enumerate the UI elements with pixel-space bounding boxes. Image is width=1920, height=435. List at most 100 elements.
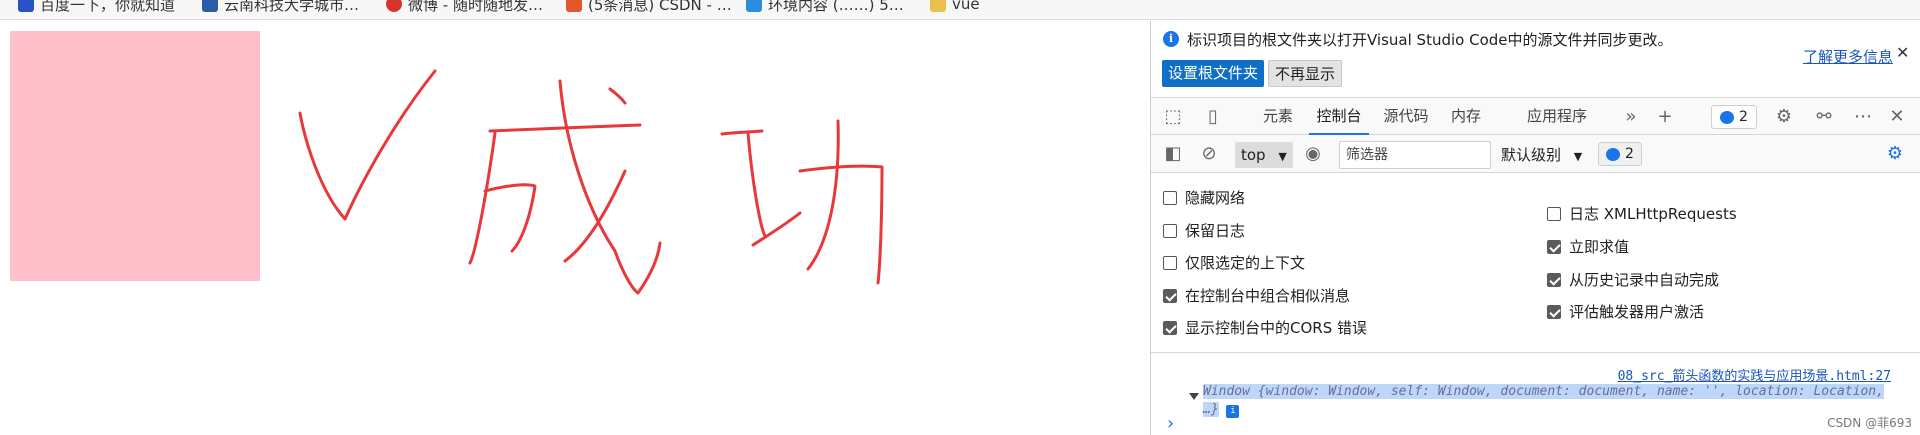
- tab-console[interactable]: 控制台: [1309, 98, 1369, 135]
- gem-icon: [202, 0, 218, 12]
- folder-icon: [930, 0, 946, 12]
- learn-more-link[interactable]: 了解更多信息: [1803, 46, 1893, 67]
- close-icon[interactable]: ✕: [1896, 43, 1909, 62]
- console-settings: 隐藏网络 保留日志 仅限选定的上下文 在控制台中组合相似消息 显示控制台中的CO…: [1151, 173, 1920, 353]
- devtools-panel: i 标识项目的根文件夹以打开Visual Studio Code中的源文件并同步…: [1150, 21, 1920, 435]
- gear-icon[interactable]: ⚙: [1774, 107, 1794, 127]
- log-levels-dropdown[interactable]: 默认级别 ▼: [1501, 143, 1582, 169]
- bookmark-label: 微博 - 随时随地发…: [408, 0, 543, 14]
- log-levels-label: 默认级别: [1501, 146, 1562, 164]
- setting-autocomplete-history[interactable]: 从历史记录中自动完成: [1547, 269, 1719, 290]
- dont-show-again-button[interactable]: 不再显示: [1268, 60, 1343, 87]
- source-link[interactable]: 08_src_箭头函数的实践与应用场景.html:27: [1618, 365, 1891, 384]
- bookmark-env[interactable]: 环境内容 (……) 5…: [746, 0, 904, 14]
- setting-log-xhr[interactable]: 日志 XMLHttpRequests: [1547, 203, 1737, 224]
- console-output: 08_src_箭头函数的实践与应用场景.html:27 Window {wind…: [1151, 353, 1920, 435]
- setting-label: 显示控制台中的CORS 错误: [1185, 319, 1367, 337]
- add-tab-icon[interactable]: +: [1655, 107, 1675, 127]
- checkbox[interactable]: [1163, 223, 1177, 238]
- bookmarks-bar: 百度一下，你就知道 云南科技大学城市… 微博 - 随时随地发… (5条消息) C…: [0, 0, 1920, 20]
- inspect-element-icon[interactable]: ⬚: [1163, 107, 1183, 127]
- bookmark-label: 百度一下，你就知道: [40, 0, 176, 14]
- stroke-v: [298, 69, 437, 221]
- clear-console-icon[interactable]: ⊘: [1199, 144, 1219, 164]
- setting-label: 从历史记录中自动完成: [1569, 271, 1720, 289]
- stroke-cheng-diagonal: [558, 79, 662, 295]
- stroke-cheng-left: [468, 131, 497, 265]
- tab-application[interactable]: 应用程序: [1517, 98, 1597, 135]
- context-select[interactable]: top ▼: [1235, 142, 1293, 168]
- eye-icon[interactable]: ◉: [1303, 144, 1323, 164]
- box-icon: [746, 0, 762, 12]
- setting-hide-network[interactable]: 隐藏网络: [1163, 187, 1245, 208]
- bookmark-university[interactable]: 云南科技大学城市…: [202, 0, 359, 14]
- stroke-cheng-inner: [483, 183, 537, 253]
- bookmark-baidu[interactable]: 百度一下，你就知道: [18, 0, 175, 14]
- setting-eager-eval[interactable]: 立即求值: [1547, 236, 1629, 257]
- setting-label: 仅限选定的上下文: [1185, 254, 1306, 272]
- setting-selected-context-only[interactable]: 仅限选定的上下文: [1163, 252, 1305, 273]
- bookmark-weibo[interactable]: 微博 - 随时随地发…: [386, 0, 543, 14]
- setting-label: 在控制台中组合相似消息: [1185, 287, 1351, 305]
- setting-label: 隐藏网络: [1185, 189, 1246, 207]
- console-issues-count: 2: [1625, 146, 1634, 162]
- bookmark-label: 云南科技大学城市…: [224, 0, 360, 14]
- checkbox[interactable]: [1163, 320, 1177, 335]
- console-issues-badge[interactable]: 2: [1598, 142, 1642, 166]
- weibo-icon: [386, 0, 402, 12]
- stroke-cheng-dot: [608, 87, 627, 105]
- checkbox[interactable]: [1547, 272, 1561, 287]
- bookmark-vue[interactable]: vue: [930, 0, 980, 14]
- device-toolbar-icon[interactable]: ▯: [1203, 107, 1223, 127]
- checkbox[interactable]: [1547, 304, 1561, 319]
- checkbox[interactable]: [1163, 255, 1177, 270]
- context-value: top: [1241, 146, 1266, 164]
- more-tabs-icon[interactable]: »: [1621, 107, 1641, 127]
- setting-label: 立即求值: [1569, 238, 1630, 256]
- sidebar-toggle-icon[interactable]: ◧: [1163, 144, 1183, 164]
- checkbox[interactable]: [1163, 190, 1177, 205]
- tab-sources[interactable]: 源代码: [1377, 98, 1435, 135]
- stroke-gong-sweep: [806, 119, 840, 271]
- setting-group-similar[interactable]: 在控制台中组合相似消息: [1163, 285, 1350, 306]
- console-prompt[interactable]: ›: [1167, 413, 1174, 434]
- devtools-infobar: i 标识项目的根文件夹以打开Visual Studio Code中的源文件并同步…: [1151, 21, 1920, 91]
- set-root-folder-button[interactable]: 设置根文件夹: [1162, 60, 1265, 87]
- devtools-tabbar: ⬚ ▯ 元素 控制台 源代码 内存 应用程序 » + 2 ⚙ ⚯ ⋯ ✕: [1151, 97, 1920, 135]
- close-devtools-icon[interactable]: ✕: [1887, 107, 1907, 127]
- log-object-preview: Window {window: Window, self: Window, do…: [1203, 384, 1884, 417]
- checkbox[interactable]: [1547, 239, 1561, 254]
- tab-memory[interactable]: 内存: [1443, 98, 1489, 135]
- setting-label: 日志 XMLHttpRequests: [1569, 205, 1737, 223]
- more-options-icon[interactable]: ⋯: [1853, 107, 1873, 127]
- setting-preserve-log[interactable]: 保留日志: [1163, 220, 1245, 241]
- issues-badge[interactable]: 2: [1711, 105, 1757, 129]
- setting-show-cors-errors[interactable]: 显示控制台中的CORS 错误: [1163, 317, 1367, 338]
- setting-label: 评估触发器用户激活: [1569, 303, 1705, 321]
- setting-user-activation[interactable]: 评估触发器用户激活: [1547, 301, 1704, 322]
- web-page-viewport: [0, 21, 1150, 435]
- message-bubble-icon: [1720, 110, 1735, 124]
- bookmark-label: (5条消息) CSDN - …: [588, 0, 732, 14]
- infobar-message: 标识项目的根文件夹以打开Visual Studio Code中的源文件并同步更改…: [1187, 31, 1673, 49]
- connections-icon[interactable]: ⚯: [1814, 107, 1834, 127]
- checkbox[interactable]: [1163, 288, 1177, 303]
- info-badge-icon[interactable]: i: [1226, 405, 1240, 418]
- setting-label: 保留日志: [1185, 222, 1246, 240]
- tab-elements[interactable]: 元素: [1253, 98, 1303, 135]
- filter-input[interactable]: [1339, 141, 1491, 169]
- console-log-entry[interactable]: Window {window: Window, self: Window, do…: [1179, 383, 1891, 419]
- chevron-down-icon: ▼: [1278, 150, 1287, 163]
- csdn-icon: [566, 0, 582, 12]
- watermark: CSDN @菲693: [1827, 416, 1912, 430]
- bookmark-label: vue: [952, 0, 980, 13]
- console-settings-gear-icon[interactable]: ⚙: [1885, 144, 1905, 164]
- stroke-gong-vertical: [746, 131, 767, 238]
- chevron-down-icon: ▼: [1573, 150, 1583, 163]
- console-toolbar: ◧ ⊘ top ▼ ◉ 默认级别 ▼ 2 ⚙: [1151, 135, 1920, 173]
- bookmark-csdn[interactable]: (5条消息) CSDN - …: [566, 0, 732, 14]
- drawing-canvas[interactable]: [0, 21, 1150, 435]
- checkbox[interactable]: [1547, 206, 1561, 221]
- paw-icon: [18, 0, 34, 12]
- bookmark-label: 环境内容 (……) 5…: [768, 0, 904, 14]
